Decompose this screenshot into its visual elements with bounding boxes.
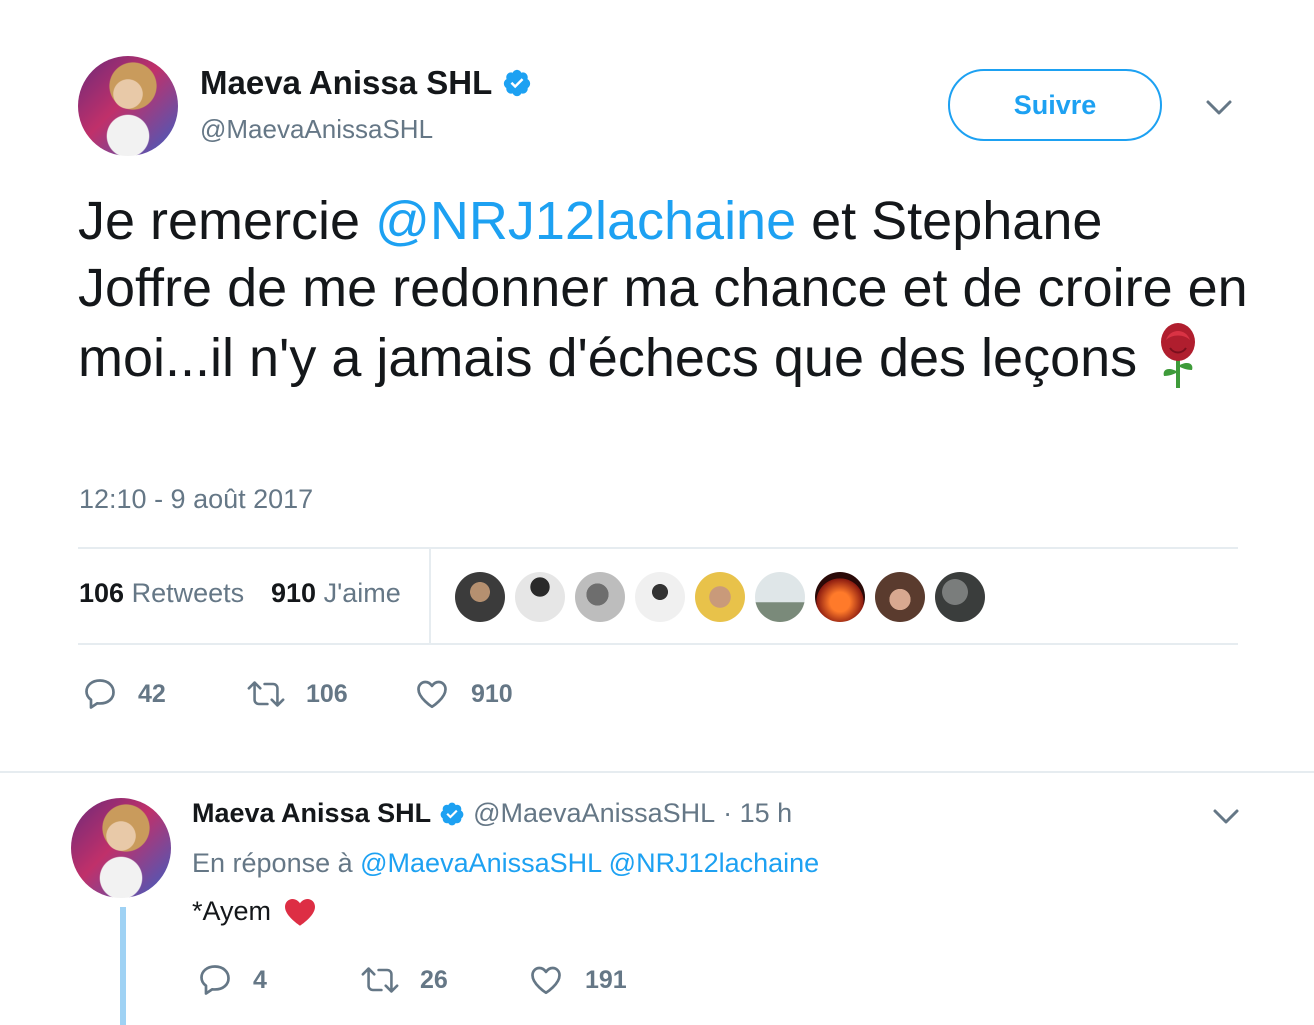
stats-divider: [429, 549, 431, 644]
in-reply-prefix: En réponse à: [192, 848, 353, 878]
liker-avatar[interactable]: [815, 572, 865, 622]
liker-avatar[interactable]: [755, 572, 805, 622]
red-heart-emoji-icon: [285, 898, 316, 926]
like-action[interactable]: 910: [413, 676, 513, 712]
liker-avatar[interactable]: [875, 572, 925, 622]
reply-count: 42: [138, 679, 166, 708]
reply-chevron-down-icon[interactable]: [1212, 806, 1240, 828]
in-reply-mention[interactable]: @NRJ12lachaine: [609, 848, 820, 878]
liker-avatar[interactable]: [575, 572, 625, 622]
tweet-text: Je remercie @NRJ12lachaine et Stephane J…: [78, 188, 1248, 392]
liker-avatar[interactable]: [935, 572, 985, 622]
reply-retweet-action[interactable]: 26: [360, 962, 448, 998]
rose-emoji-icon: [1161, 323, 1196, 388]
chevron-down-icon[interactable]: [1205, 96, 1233, 120]
in-reply-to: En réponse à @MaevaAnissaSHL @NRJ12lacha…: [192, 848, 819, 879]
reply-action[interactable]: 42: [82, 676, 166, 712]
liker-avatar[interactable]: [635, 572, 685, 622]
retweet-icon: [361, 967, 399, 993]
tweet-separator: [0, 771, 1314, 773]
likes-count: 910: [271, 578, 317, 608]
mention-link[interactable]: @NRJ12lachaine: [375, 191, 796, 251]
reply-time[interactable]: · 15 h: [723, 798, 792, 829]
author-handle[interactable]: @MaevaAnissaSHL: [200, 114, 433, 145]
reply-author-handle[interactable]: @MaevaAnissaSHL: [473, 798, 715, 829]
heart-icon: [531, 966, 561, 995]
reply-reply-count: 4: [253, 965, 267, 994]
retweets-count: 106: [79, 578, 125, 608]
retweets-stat[interactable]: 106 Retweets: [79, 578, 244, 609]
reply-icon: [200, 965, 230, 995]
reply-reply-action[interactable]: 4: [197, 962, 267, 998]
liker-avatar[interactable]: [695, 572, 745, 622]
verified-badge-icon: [440, 802, 464, 825]
reply-author-avatar[interactable]: [71, 798, 171, 898]
tweet-timestamp[interactable]: 12:10 - 9 août 2017: [79, 484, 313, 515]
reply-header: Maeva Anissa SHL @MaevaAnissaSHL · 15 h: [192, 798, 792, 829]
author-name[interactable]: Maeva Anissa SHL: [200, 64, 492, 102]
tweet-text-part: Je remercie: [78, 191, 376, 251]
retweet-count: 106: [306, 679, 348, 708]
reply-retweet-count: 26: [420, 965, 448, 994]
liker-avatar[interactable]: [515, 572, 565, 622]
likes-stat[interactable]: 910 J'aime: [271, 578, 401, 609]
author-avatar[interactable]: [78, 56, 178, 156]
reply-like-action[interactable]: 191: [527, 962, 627, 998]
in-reply-mention[interactable]: @MaevaAnissaSHL: [360, 848, 601, 878]
reply-text-content: *Ayem: [192, 896, 272, 926]
liker-avatar[interactable]: [455, 572, 505, 622]
reply-like-count: 191: [585, 965, 627, 994]
thread-line: [120, 907, 126, 1025]
reply-author-name[interactable]: Maeva Anissa SHL: [192, 798, 431, 829]
author-header: Maeva Anissa SHL: [200, 64, 532, 102]
heart-icon: [417, 680, 447, 709]
retweet-action[interactable]: 106: [246, 676, 348, 712]
like-count: 910: [471, 679, 513, 708]
verified-badge-icon: [504, 69, 531, 97]
likes-label: J'aime: [323, 578, 401, 608]
reply-text: *Ayem: [192, 896, 317, 927]
follow-button[interactable]: Suivre: [948, 69, 1162, 141]
stats-bottom-divider: [78, 643, 1238, 645]
retweet-icon: [247, 681, 285, 707]
reply-icon: [85, 679, 115, 709]
retweets-label: Retweets: [131, 578, 245, 608]
stats-top-divider: [78, 547, 1238, 549]
